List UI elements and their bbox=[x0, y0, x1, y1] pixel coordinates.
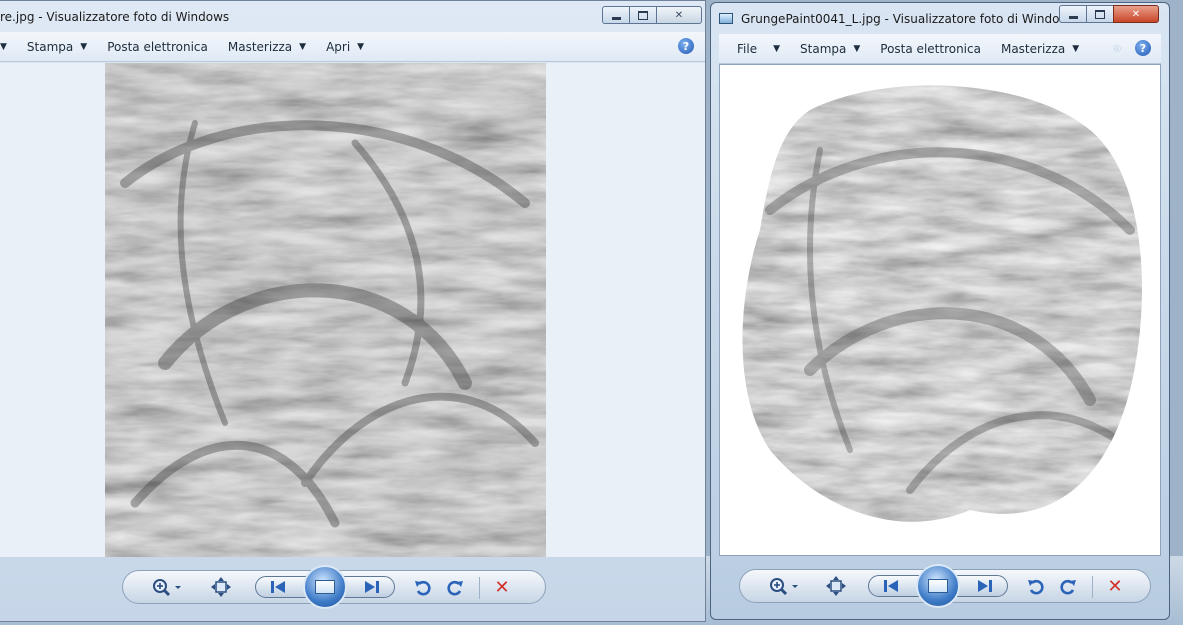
maximize-icon bbox=[1095, 9, 1105, 19]
next-icon bbox=[978, 580, 992, 592]
close-button[interactable]: ✕ bbox=[656, 6, 702, 24]
playback-controls: ✕ bbox=[122, 565, 546, 609]
caret-down-icon: ▼ bbox=[0, 41, 7, 52]
previous-button[interactable] bbox=[263, 576, 293, 598]
actual-size-button[interactable] bbox=[822, 575, 850, 597]
delete-icon: ✕ bbox=[1107, 575, 1123, 597]
image-viewport[interactable] bbox=[719, 64, 1161, 556]
delete-button[interactable]: ✕ bbox=[487, 576, 517, 598]
previous-icon bbox=[271, 581, 285, 593]
image-viewport[interactable] bbox=[0, 63, 705, 557]
menu-label: Stampa bbox=[800, 41, 847, 56]
grunge-paint-image bbox=[730, 70, 1160, 550]
window-title: re.jpg - Visualizzatore foto di Windows bbox=[0, 10, 230, 24]
fit-window-icon bbox=[826, 576, 846, 596]
rotate-left-icon bbox=[1028, 579, 1044, 595]
zoom-icon bbox=[770, 578, 798, 596]
rotate-counterclockwise-button[interactable] bbox=[1024, 575, 1048, 597]
photo-viewer-window-right[interactable]: GrungePaint0041_L.jpg - Visualizzatore f… bbox=[710, 2, 1170, 620]
next-button[interactable] bbox=[357, 576, 387, 598]
menu-item-apri[interactable]: Apri ▼ bbox=[326, 40, 364, 54]
menu-label: Masterizza bbox=[227, 39, 293, 54]
caret-down-icon: ▼ bbox=[299, 41, 307, 52]
previous-icon bbox=[884, 580, 898, 592]
minimize-icon bbox=[611, 16, 621, 20]
menu-label: Stampa bbox=[26, 39, 74, 54]
slideshow-button[interactable] bbox=[303, 565, 347, 609]
title-bar[interactable]: GrungePaint0041_L.jpg - Visualizzatore f… bbox=[711, 3, 1169, 33]
menu-item-masterizza[interactable]: Masterizza ▼ bbox=[1001, 42, 1079, 56]
next-button[interactable] bbox=[970, 575, 1000, 597]
caret-down-icon: ▼ bbox=[357, 41, 365, 52]
next-icon bbox=[365, 581, 379, 593]
close-icon: ✕ bbox=[674, 9, 684, 21]
actual-size-button[interactable] bbox=[207, 576, 235, 598]
caret-down-icon: ▼ bbox=[80, 41, 88, 52]
menu-item-posta-elettronica[interactable]: Posta elettronica bbox=[107, 40, 208, 54]
slideshow-icon bbox=[315, 580, 335, 594]
maximize-button[interactable] bbox=[629, 6, 656, 24]
menu-label: Posta elettronica bbox=[107, 39, 208, 54]
caret-down-icon: ▼ bbox=[773, 43, 781, 54]
separator bbox=[479, 577, 480, 599]
menu-label: Masterizza bbox=[1000, 41, 1066, 56]
rotate-left-icon bbox=[415, 580, 431, 596]
zoom-icon bbox=[153, 579, 181, 597]
menu-label: Apri bbox=[326, 39, 351, 54]
menu-item-stampa[interactable]: Stampa ▼ bbox=[27, 40, 87, 54]
rotate-counterclockwise-button[interactable] bbox=[411, 576, 435, 598]
fit-window-icon bbox=[211, 577, 231, 597]
help-icon[interactable]: ? bbox=[678, 38, 694, 54]
zoom-button[interactable] bbox=[147, 576, 187, 598]
command-bar: ▼ Stampa ▼ Posta elettronica Masterizza ▼ … bbox=[0, 32, 705, 62]
photo-viewer-window-left[interactable]: re.jpg - Visualizzatore foto di Windows … bbox=[0, 0, 706, 622]
rotate-clockwise-button[interactable] bbox=[1056, 575, 1080, 597]
slideshow-button[interactable] bbox=[916, 564, 960, 608]
rotate-clockwise-button[interactable] bbox=[443, 576, 467, 598]
close-button[interactable]: ✕ bbox=[1113, 5, 1159, 23]
menu-label: File bbox=[737, 41, 758, 56]
menu-item-file-partial[interactable]: ▼ bbox=[0, 42, 7, 52]
caption-buttons: ✕ bbox=[1059, 5, 1159, 23]
delete-icon: ✕ bbox=[494, 576, 510, 598]
overflow-chevron-icon[interactable]: » bbox=[1114, 41, 1121, 55]
caption-buttons: ✕ bbox=[602, 6, 702, 24]
title-bar[interactable]: re.jpg - Visualizzatore foto di Windows … bbox=[0, 1, 705, 31]
rotate-right-icon bbox=[447, 580, 463, 596]
previous-button[interactable] bbox=[876, 575, 906, 597]
separator bbox=[1092, 576, 1093, 598]
playback-controls: ✕ bbox=[739, 564, 1151, 608]
minimize-button[interactable] bbox=[1059, 5, 1086, 23]
slideshow-icon bbox=[928, 579, 948, 593]
window-title: GrungePaint0041_L.jpg - Visualizzatore f… bbox=[741, 12, 1076, 26]
caret-down-icon: ▼ bbox=[853, 43, 861, 54]
zoom-button[interactable] bbox=[764, 575, 804, 597]
close-icon: ✕ bbox=[1131, 8, 1141, 20]
maximize-button[interactable] bbox=[1086, 5, 1113, 23]
rotate-right-icon bbox=[1060, 579, 1076, 595]
menu-label: Posta elettronica bbox=[880, 41, 981, 56]
menu-item-posta-elettronica[interactable]: Posta elettronica bbox=[880, 42, 981, 56]
minimize-icon bbox=[1068, 15, 1078, 19]
menu-item-masterizza[interactable]: Masterizza ▼ bbox=[228, 40, 306, 54]
menu-item-stampa[interactable]: Stampa ▼ bbox=[800, 42, 860, 56]
minimize-button[interactable] bbox=[602, 6, 629, 24]
photo-viewer-app-icon bbox=[719, 13, 733, 24]
grunge-texture-image bbox=[105, 63, 546, 557]
maximize-icon bbox=[638, 10, 648, 20]
caret-down-icon: ▼ bbox=[1072, 43, 1080, 54]
delete-button[interactable]: ✕ bbox=[1100, 575, 1130, 597]
menu-item-file[interactable]: File ▼ bbox=[737, 42, 780, 56]
command-bar: File ▼ Stampa ▼ Posta elettronica Masteriz… bbox=[719, 34, 1161, 64]
help-icon[interactable]: ? bbox=[1135, 40, 1151, 56]
